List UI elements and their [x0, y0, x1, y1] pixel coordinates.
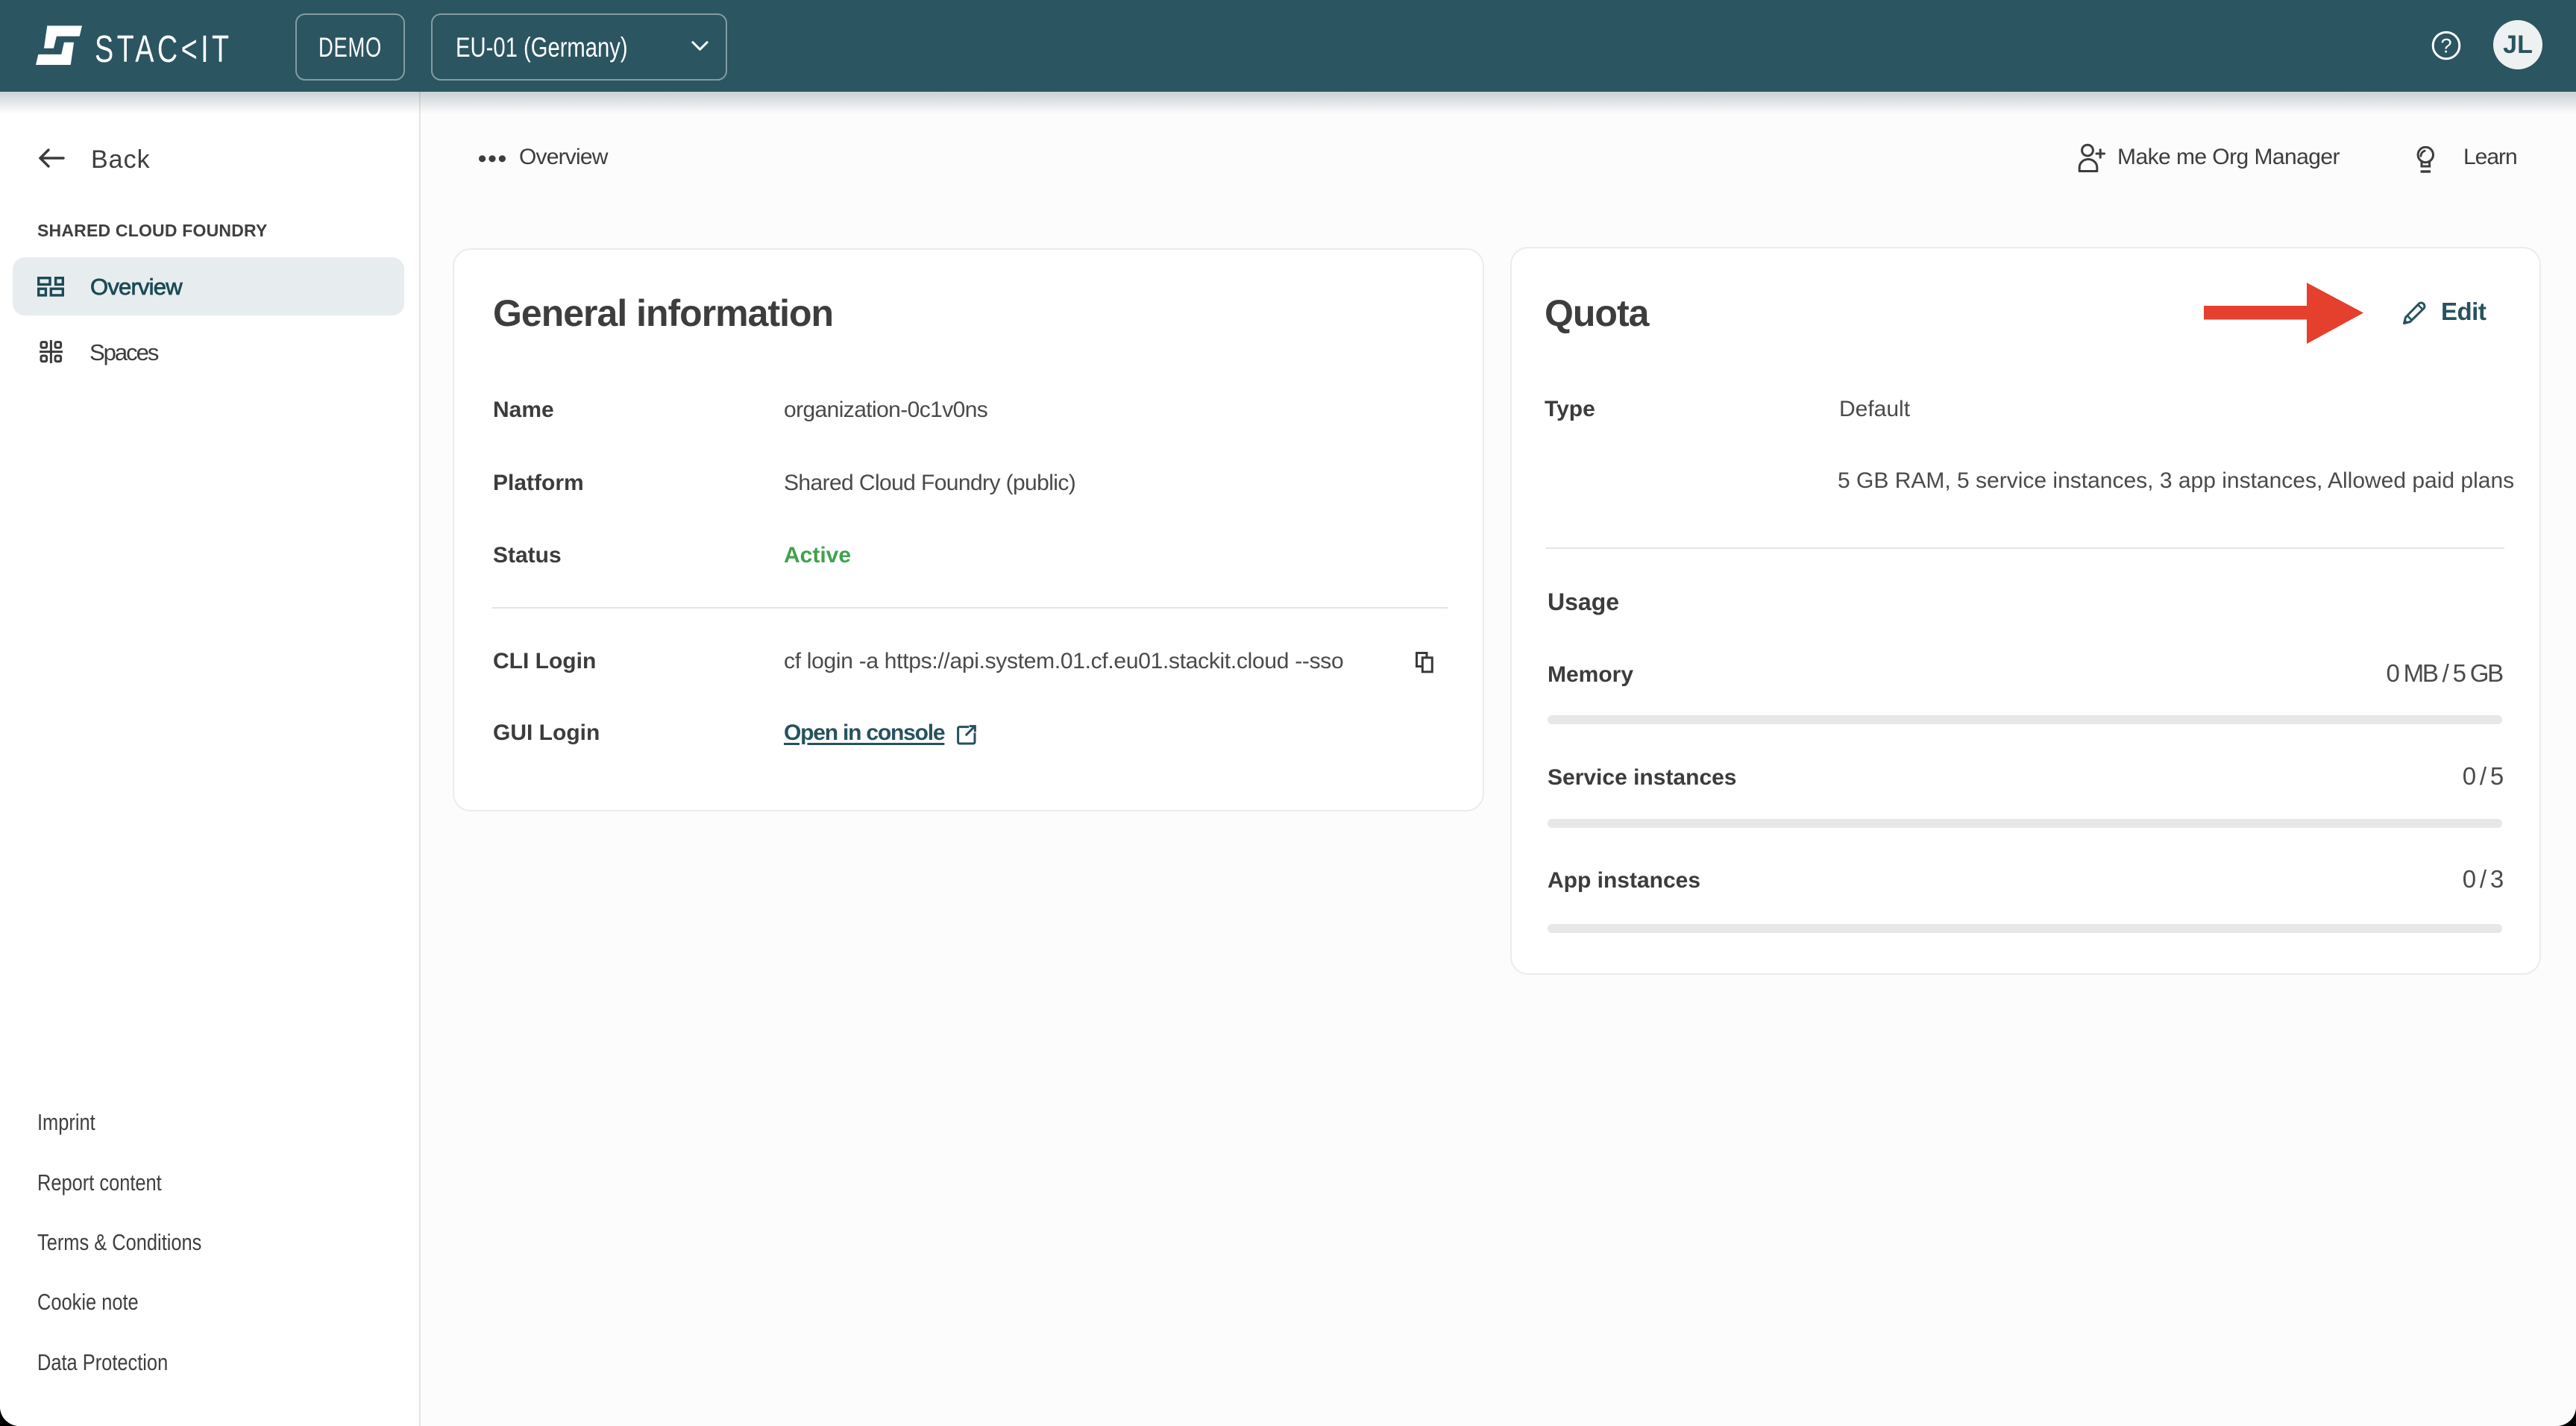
- svg-text:?: ?: [2440, 35, 2451, 57]
